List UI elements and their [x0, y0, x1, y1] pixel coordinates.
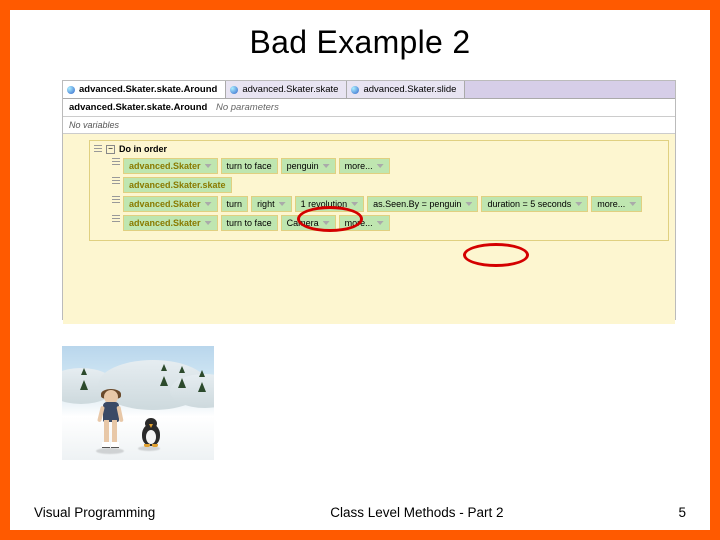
highlight-oval-penguin-2	[463, 243, 529, 267]
block-label: Do in order	[119, 144, 167, 154]
param-tile[interactable]: as.Seen.By = penguin	[367, 196, 478, 212]
method-call-tile[interactable]: advanced.Skater.skate	[123, 177, 232, 193]
action-tile[interactable]: turn to face	[221, 158, 278, 174]
method-signature: advanced.Skater.skate.Around No paramete…	[63, 99, 675, 117]
code-canvas[interactable]: − Do in order advanced.Skater turn to fa…	[63, 134, 675, 324]
tab-skate[interactable]: advanced.Skater.skate	[226, 81, 347, 98]
drag-grip-icon[interactable]	[112, 158, 120, 167]
object-tile[interactable]: advanced.Skater	[123, 196, 218, 212]
statement-row[interactable]: advanced.Skater turn right 1 revolution …	[112, 196, 664, 212]
method-icon	[230, 86, 238, 94]
chevron-down-icon	[323, 221, 330, 225]
drag-grip-icon[interactable]	[112, 196, 120, 205]
footer-right: 5	[678, 505, 686, 520]
param-tile[interactable]: right	[251, 196, 292, 212]
penguin-figure	[140, 418, 162, 450]
param-tile[interactable]: duration = 5 seconds	[481, 196, 588, 212]
method-icon	[67, 86, 75, 94]
scene-preview	[62, 346, 214, 460]
footer-left: Visual Programming	[34, 505, 155, 520]
method-tab-bar: advanced.Skater.skate.Around advanced.Sk…	[63, 81, 675, 99]
chevron-down-icon	[205, 221, 212, 225]
drag-grip-icon[interactable]	[112, 215, 120, 224]
chevron-down-icon	[377, 164, 384, 168]
block-header[interactable]: − Do in order	[94, 144, 664, 154]
action-tile[interactable]: turn to face	[221, 215, 278, 231]
chevron-down-icon	[323, 164, 330, 168]
tab-skate-around[interactable]: advanced.Skater.skate.Around	[63, 81, 226, 98]
statement-row[interactable]: advanced.Skater.skate	[112, 177, 664, 193]
tab-label: advanced.Skater.skate.Around	[79, 84, 217, 95]
tree-icon	[160, 376, 168, 386]
chevron-down-icon	[279, 202, 286, 206]
chevron-down-icon	[629, 202, 636, 206]
chevron-down-icon	[377, 221, 384, 225]
drag-grip-icon[interactable]	[112, 177, 120, 186]
footer-center: Class Level Methods - Part 2	[330, 505, 503, 520]
method-params: No parameters	[216, 102, 279, 113]
chevron-down-icon	[205, 164, 212, 168]
chevron-down-icon	[575, 202, 582, 206]
more-tile[interactable]: more...	[339, 158, 390, 174]
chevron-down-icon	[205, 202, 212, 206]
param-tile[interactable]: penguin	[281, 158, 336, 174]
object-tile[interactable]: advanced.Skater	[123, 158, 218, 174]
tab-label: advanced.Skater.slide	[363, 84, 456, 95]
slide-footer: Visual Programming Class Level Methods -…	[20, 497, 700, 530]
do-in-order-block[interactable]: − Do in order advanced.Skater turn to fa…	[89, 140, 669, 241]
statement-row[interactable]: advanced.Skater turn to face penguin mor…	[112, 158, 664, 174]
slide-title: Bad Example 2	[10, 10, 710, 71]
tree-icon	[178, 378, 186, 388]
more-tile[interactable]: more...	[339, 215, 390, 231]
drag-grip-icon[interactable]	[94, 145, 102, 154]
param-tile[interactable]: Camera	[281, 215, 336, 231]
slide: Bad Example 2 advanced.Skater.skate.Arou…	[0, 0, 720, 540]
chevron-down-icon	[465, 202, 472, 206]
chevron-down-icon	[351, 202, 358, 206]
tree-icon	[80, 380, 88, 390]
more-tile[interactable]: more...	[591, 196, 642, 212]
action-tile[interactable]: turn	[221, 196, 249, 212]
statement-row[interactable]: advanced.Skater turn to face Camera more…	[112, 215, 664, 231]
no-variables-label: No variables	[63, 117, 675, 134]
tab-slide[interactable]: advanced.Skater.slide	[347, 81, 465, 98]
method-name: advanced.Skater.skate.Around	[69, 102, 207, 113]
code-editor: advanced.Skater.skate.Around advanced.Sk…	[62, 80, 676, 320]
method-icon	[351, 86, 359, 94]
param-tile[interactable]: 1 revolution	[295, 196, 365, 212]
tree-icon	[198, 382, 206, 392]
object-tile[interactable]: advanced.Skater	[123, 215, 218, 231]
skater-figure	[98, 390, 124, 452]
collapse-icon[interactable]: −	[106, 145, 115, 154]
tab-label: advanced.Skater.skate	[242, 84, 338, 95]
